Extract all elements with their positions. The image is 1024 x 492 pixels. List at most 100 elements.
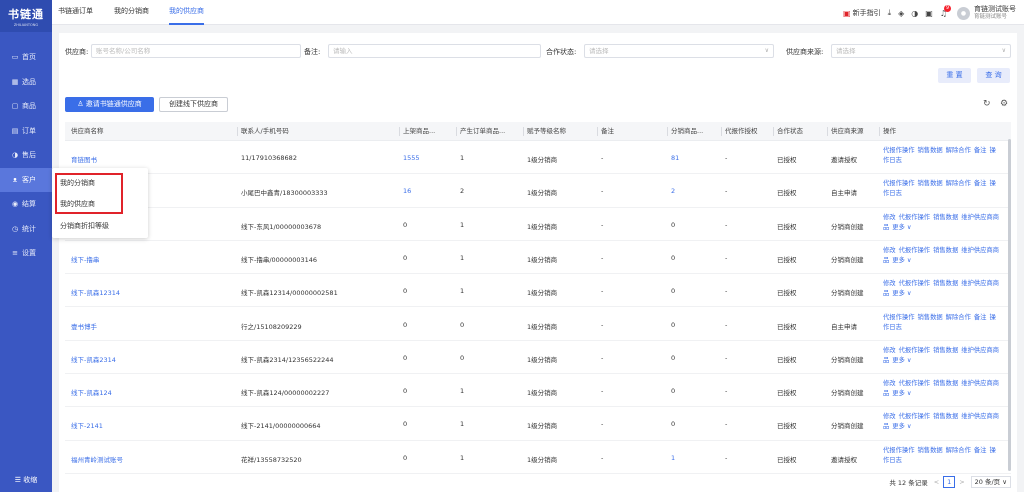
column-separator[interactable] bbox=[237, 127, 238, 136]
cell-listed[interactable]: 0 bbox=[403, 254, 407, 262]
tab-shulian-orders[interactable]: 书链通订单 bbox=[58, 0, 93, 25]
column-separator[interactable] bbox=[721, 127, 722, 136]
sidebar-item-0[interactable]: ▭ 首页 bbox=[0, 45, 52, 70]
row-action-link[interactable]: 销售数据 bbox=[933, 347, 958, 354]
cell-listed[interactable]: 0 bbox=[403, 454, 407, 462]
row-action-link[interactable]: 销售数据 bbox=[917, 147, 942, 154]
row-action-link[interactable]: 销售数据 bbox=[933, 214, 958, 221]
theme-icon[interactable]: ◈ bbox=[898, 9, 904, 18]
row-action-link[interactable]: 代报作操作 bbox=[883, 180, 914, 187]
row-action-link[interactable]: 解除合作 bbox=[946, 147, 971, 154]
next-page-icon[interactable]: > bbox=[959, 478, 964, 486]
cell-name[interactable]: 育链图书 bbox=[71, 154, 97, 164]
row-action-link[interactable]: 更多 ∨ bbox=[892, 423, 911, 430]
row-action-link[interactable]: 备注 bbox=[974, 447, 987, 454]
sidebar-item-7[interactable]: ◷ 统计 bbox=[0, 217, 52, 242]
gear-icon[interactable]: ⚙ bbox=[1000, 99, 1008, 109]
submenu-discount-levels[interactable]: 分销商折扣等级 bbox=[60, 221, 109, 231]
column-separator[interactable] bbox=[879, 127, 880, 136]
tab-my-distributors[interactable]: 我的分销商 bbox=[114, 0, 149, 25]
cell-dist[interactable]: 0 bbox=[671, 221, 675, 229]
column-header[interactable]: 供应商名称 bbox=[71, 122, 104, 141]
row-action-link[interactable]: 代报作操作 bbox=[883, 147, 914, 154]
row-action-link[interactable]: 修改 bbox=[883, 380, 896, 387]
headset-icon[interactable]: ◑ bbox=[911, 9, 918, 18]
row-action-link[interactable]: 代报作操作 bbox=[899, 247, 930, 254]
column-separator[interactable] bbox=[773, 127, 774, 136]
cell-dist[interactable]: 0 bbox=[671, 287, 675, 295]
cell-name[interactable]: 线下-凯森2314 bbox=[71, 354, 116, 364]
column-separator[interactable] bbox=[597, 127, 598, 136]
cell-name[interactable]: 线下-2141 bbox=[71, 420, 103, 430]
reset-button[interactable]: 重 置 bbox=[938, 68, 971, 83]
sidebar-item-5[interactable]: ᴥ 客户 bbox=[0, 167, 52, 192]
column-separator[interactable] bbox=[667, 127, 668, 136]
row-action-link[interactable]: 备注 bbox=[974, 147, 987, 154]
row-action-link[interactable]: 备注 bbox=[974, 314, 987, 321]
sidebar-item-3[interactable]: ▤ 订单 bbox=[0, 119, 52, 144]
cell-dist[interactable]: 0 bbox=[671, 387, 675, 395]
column-header[interactable]: 赋予等级名称 bbox=[527, 122, 566, 141]
sidebar-item-1[interactable]: ▦ 选品 bbox=[0, 70, 52, 95]
row-action-link[interactable]: 解除合作 bbox=[946, 447, 971, 454]
row-action-link[interactable]: 销售数据 bbox=[933, 413, 958, 420]
column-header[interactable]: 供应商来源 bbox=[831, 122, 864, 141]
cell-name[interactable]: 线下-撸串 bbox=[71, 254, 99, 264]
sidebar-item-4[interactable]: ◑ 售后 bbox=[0, 143, 52, 168]
submenu-my-suppliers[interactable]: 我的供应商 bbox=[60, 199, 95, 209]
submenu-my-distributors[interactable]: 我的分销商 bbox=[60, 178, 95, 188]
cell-listed[interactable]: 1555 bbox=[403, 154, 420, 162]
row-action-link[interactable]: 代报作操作 bbox=[899, 413, 930, 420]
cell-name[interactable]: 线下-凯森124 bbox=[71, 387, 112, 397]
column-header[interactable]: 合作状态 bbox=[777, 122, 803, 141]
row-action-link[interactable]: 修改 bbox=[883, 247, 896, 254]
row-action-link[interactable]: 代报作操作 bbox=[899, 214, 930, 221]
column-separator[interactable] bbox=[827, 127, 828, 136]
remark-input[interactable]: 请输入 bbox=[328, 44, 541, 58]
row-action-link[interactable]: 更多 ∨ bbox=[892, 257, 911, 264]
sidebar-item-6[interactable]: ◉ 结算 bbox=[0, 192, 52, 217]
row-action-link[interactable]: 修改 bbox=[883, 347, 896, 354]
row-action-link[interactable]: 修改 bbox=[883, 280, 896, 287]
cell-listed[interactable]: 0 bbox=[403, 354, 407, 362]
cell-name[interactable]: 线下-凯森12314 bbox=[71, 287, 120, 297]
tab-my-suppliers[interactable]: 我的供应商 bbox=[169, 0, 204, 25]
cell-name[interactable]: 福州青岭测试账号 bbox=[71, 454, 123, 464]
screen-icon[interactable]: ▣ bbox=[925, 9, 933, 18]
row-action-link[interactable]: 销售数据 bbox=[933, 247, 958, 254]
status-select[interactable]: 请选择 ∨ bbox=[584, 44, 774, 58]
cell-dist[interactable]: 0 bbox=[671, 420, 675, 428]
cell-listed[interactable]: 0 bbox=[403, 221, 407, 229]
column-header[interactable]: 分销商品... bbox=[671, 122, 703, 141]
cell-dist[interactable]: 0 bbox=[671, 254, 675, 262]
table-scrollbar[interactable] bbox=[1008, 139, 1011, 471]
column-header[interactable]: 联系人/手机号码 bbox=[241, 122, 289, 141]
column-header[interactable]: 代报作授权 bbox=[725, 122, 758, 141]
row-action-link[interactable]: 销售数据 bbox=[933, 380, 958, 387]
guide-link[interactable]: 新手指引 bbox=[853, 8, 881, 18]
sidebar-item-2[interactable]: ▢ 商品 bbox=[0, 94, 52, 119]
prev-page-icon[interactable]: < bbox=[934, 478, 939, 486]
column-header[interactable]: 上架商品... bbox=[403, 122, 435, 141]
column-separator[interactable] bbox=[399, 127, 400, 136]
cell-dist[interactable]: 1 bbox=[671, 454, 675, 462]
row-action-link[interactable]: 代报作操作 bbox=[883, 314, 914, 321]
cell-dist[interactable]: 0 bbox=[671, 354, 675, 362]
cell-listed[interactable]: 0 bbox=[403, 420, 407, 428]
source-select[interactable]: 请选择 ∨ bbox=[831, 44, 1011, 58]
row-action-link[interactable]: 更多 ∨ bbox=[892, 290, 911, 297]
cell-listed[interactable]: 16 bbox=[403, 187, 411, 195]
query-button[interactable]: 查 询 bbox=[977, 68, 1010, 83]
row-action-link[interactable]: 代报作操作 bbox=[883, 447, 914, 454]
column-header[interactable]: 备注 bbox=[601, 122, 614, 141]
app-logo[interactable]: 书链通 ZHILIANTONG bbox=[0, 0, 52, 32]
row-action-link[interactable]: 更多 ∨ bbox=[892, 224, 911, 231]
row-action-link[interactable]: 销售数据 bbox=[917, 180, 942, 187]
row-action-link[interactable]: 修改 bbox=[883, 214, 896, 221]
column-header[interactable]: 操作 bbox=[883, 122, 896, 141]
row-action-link[interactable]: 更多 ∨ bbox=[892, 357, 911, 364]
cell-listed[interactable]: 0 bbox=[403, 321, 407, 329]
cell-dist[interactable]: 2 bbox=[671, 187, 675, 195]
column-separator[interactable] bbox=[456, 127, 457, 136]
cell-listed[interactable]: 0 bbox=[403, 287, 407, 295]
